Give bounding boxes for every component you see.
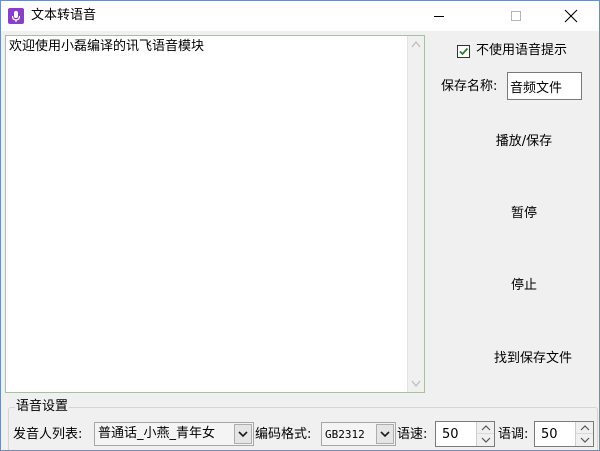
minimize-button[interactable] [416,1,462,31]
pitch-spinner[interactable]: 50 [534,421,594,447]
save-name-label: 保存名称: [441,79,498,94]
close-button[interactable] [548,1,594,31]
find-saved-file-button[interactable]: 找到保存文件 [471,344,595,368]
pause-button[interactable]: 暂停 [467,199,581,223]
speaker-select[interactable]: 普通话_小燕_青年女 [94,422,254,446]
pitch-value[interactable]: 50 [541,427,558,443]
title-bar[interactable]: 文本转语音 [1,1,599,31]
voice-settings-title: 语音设置 [15,399,70,415]
chevron-up-icon [481,425,491,431]
save-name-input[interactable] [507,72,582,100]
app-window: 文本转语音 欢迎使用小磊编译的讯飞语音模块 不使用语音提示 保存名称: 音频文件… [0,0,600,451]
encoding-select[interactable]: GB2312 [321,422,396,446]
pitch-up-button[interactable] [575,422,593,434]
speaker-dropdown-button[interactable] [234,424,252,444]
text-editor[interactable]: 欢迎使用小磊编译的讯飞语音模块 [5,35,425,393]
chevron-up-icon [580,425,590,431]
no-voice-prompt-option[interactable]: 不使用语音提示 [457,42,567,60]
checkmark-icon [459,47,469,55]
encoding-label: 编码格式: [255,427,312,442]
window-title: 文本转语音 [31,8,97,23]
speed-down-button[interactable] [476,434,494,446]
speaker-value: 普通话_小燕_青年女 [98,426,216,441]
no-voice-prompt-checkbox[interactable] [457,44,470,58]
close-icon [564,9,578,23]
no-voice-prompt-label[interactable]: 不使用语音提示 [476,42,567,60]
microphone-icon [8,8,24,24]
pitch-down-button[interactable] [575,434,593,446]
chevron-down-icon [481,437,491,443]
maximize-button[interactable] [493,1,539,31]
speed-value[interactable]: 50 [442,427,459,443]
chevron-down-icon [380,431,390,438]
vertical-scrollbar[interactable] [407,36,424,392]
chevron-down-icon [580,437,590,443]
stop-button[interactable]: 停止 [467,271,581,295]
speed-spinner[interactable]: 50 [435,421,495,447]
pitch-label: 语调: [498,427,529,442]
maximize-icon [511,11,521,21]
play-save-button[interactable]: 播放/保存 [467,127,581,151]
speaker-label: 发音人列表: [13,427,83,442]
speed-label: 语速: [397,427,428,442]
scroll-up-icon[interactable] [408,36,424,53]
minimize-icon [434,16,444,17]
chevron-down-icon [238,431,248,438]
encoding-value: GB2312 [325,428,365,441]
encoding-dropdown-button[interactable] [376,424,394,444]
scroll-down-icon[interactable] [408,375,424,392]
editor-text[interactable]: 欢迎使用小磊编译的讯飞语音模块 [9,38,204,56]
speed-up-button[interactable] [476,422,494,434]
